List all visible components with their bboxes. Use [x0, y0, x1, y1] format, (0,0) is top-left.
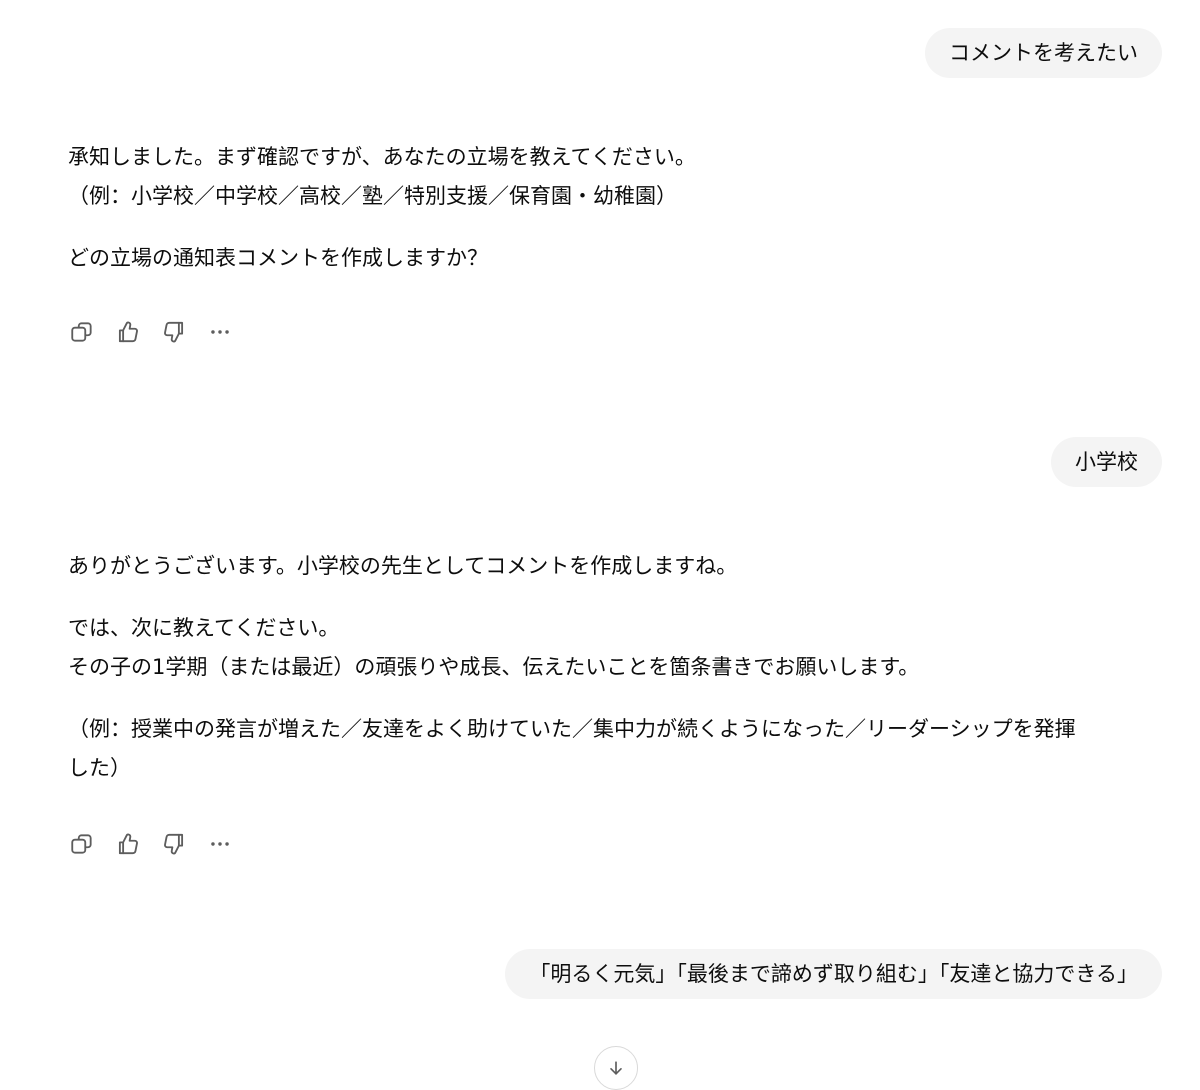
message-actions [68, 830, 252, 858]
thumbs-down-icon [164, 321, 184, 343]
assistant-message: ありがとうございます。小学校の先生としてコメントを作成しますね。 では、次に教え… [68, 547, 1168, 788]
assistant-text-line: では、次に教えてください。 [68, 616, 340, 640]
dislike-button[interactable] [160, 830, 188, 858]
arrow-down-icon [610, 1061, 622, 1076]
scroll-to-bottom-button[interactable] [594, 1046, 638, 1090]
message-actions [68, 318, 252, 346]
assistant-text-line: 承知しました。まず確認ですが、あなたの立場を教えてください。 [68, 145, 696, 169]
copy-button[interactable] [68, 830, 96, 858]
assistant-paragraph: ありがとうございます。小学校の先生としてコメントを作成しますね。 [68, 547, 1168, 586]
assistant-text-line: （例：授業中の発言が増えた／友達をよく助けていた／集中力が続くようになった／リー… [68, 717, 1076, 741]
assistant-text-line: した） [68, 756, 131, 780]
assistant-paragraph: （例：授業中の発言が増えた／友達をよく助けていた／集中力が続くようになった／リー… [68, 710, 1168, 788]
assistant-text-line: その子の1学期（または最近）の頑張りや成長、伝えたいことを箇条書きでお願いします… [68, 655, 920, 679]
thumbs-down-icon [164, 833, 184, 855]
assistant-message: 承知しました。まず確認ですが、あなたの立場を教えてください。 （例：小学校／中学… [68, 138, 1168, 278]
copy-icon [71, 834, 92, 854]
like-button[interactable] [114, 830, 142, 858]
assistant-paragraph: 承知しました。まず確認ですが、あなたの立場を教えてください。 （例：小学校／中学… [68, 138, 1168, 216]
more-horizontal-icon [211, 842, 229, 846]
more-horizontal-icon [211, 330, 229, 334]
assistant-paragraph: どの立場の通知表コメントを作成しますか？ [68, 239, 1168, 278]
thumbs-up-icon [118, 833, 138, 855]
thumbs-up-icon [118, 321, 138, 343]
user-message-bubble: 「明るく元気」「最後まで諦めず取り組む」「友達と協力できる」 [505, 949, 1162, 999]
user-message-bubble: 小学校 [1051, 437, 1162, 487]
more-button[interactable] [206, 318, 234, 346]
dislike-button[interactable] [160, 318, 188, 346]
user-message-bubble: コメントを考えたい [925, 28, 1162, 78]
assistant-text-line: ありがとうございます。小学校の先生としてコメントを作成しますね。 [68, 554, 738, 578]
assistant-paragraph: では、次に教えてください。 その子の1学期（または最近）の頑張りや成長、伝えたい… [68, 609, 1168, 687]
more-button[interactable] [206, 830, 234, 858]
copy-button[interactable] [68, 318, 96, 346]
copy-icon [71, 322, 92, 342]
like-button[interactable] [114, 318, 142, 346]
assistant-text-line: どの立場の通知表コメントを作成しますか？ [68, 246, 488, 270]
assistant-text-line: （例：小学校／中学校／高校／塾／特別支援／保育園・幼稚園） [68, 184, 677, 208]
